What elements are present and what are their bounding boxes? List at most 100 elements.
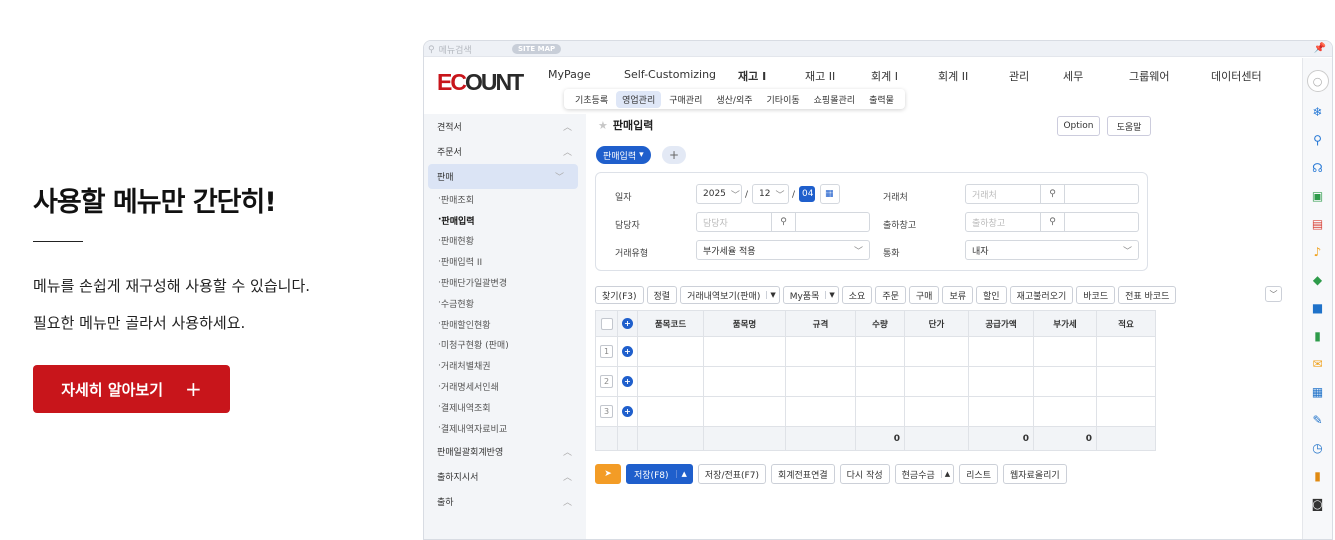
calendar-icon[interactable]: ▤	[1308, 212, 1328, 235]
sidebar-item[interactable]: · 미청구현황 (판매)	[424, 335, 586, 356]
sidebar-item[interactable]: · 거래처별채권	[424, 355, 586, 376]
manager-name-field[interactable]	[796, 212, 870, 232]
cell[interactable]	[1096, 396, 1156, 427]
web-upload-button[interactable]: 웹자료올리기	[1003, 464, 1067, 484]
star-icon[interactable]: ★	[598, 119, 608, 132]
row-add-cell[interactable]: +	[617, 396, 638, 427]
day-input[interactable]: 04	[799, 186, 815, 202]
cell[interactable]	[1033, 366, 1097, 397]
chat-icon[interactable]: ■	[1308, 296, 1328, 319]
require-button[interactable]: 소요	[841, 286, 873, 304]
checkbox[interactable]	[600, 317, 613, 330]
customer-input[interactable]: 거래처	[965, 184, 1041, 204]
hold-button[interactable]: 보류	[942, 286, 974, 304]
sidebar-item[interactable]: · 결제내역조회	[424, 397, 586, 418]
topnav-mypage[interactable]: MyPage	[538, 68, 614, 84]
board-icon[interactable]: ▦	[1308, 380, 1328, 403]
currency-select[interactable]: 내자 ﹀	[965, 240, 1139, 260]
sidebar-item[interactable]: · 거래명세서인쇄	[424, 376, 586, 397]
snowflake-icon[interactable]: ❄	[1308, 100, 1328, 123]
warehouse-input[interactable]: 출하창고	[965, 212, 1041, 232]
subnav-basic[interactable]: 기초등록	[569, 91, 614, 108]
cell[interactable]	[637, 366, 704, 397]
save-button[interactable]: 저장(F8) ▲	[626, 464, 693, 484]
cell[interactable]	[904, 366, 969, 397]
add-icon[interactable]: +	[622, 406, 633, 417]
caret-up-icon[interactable]: ▲	[940, 470, 953, 478]
camera-icon[interactable]: ◙	[1308, 492, 1328, 515]
row-add-cell[interactable]: +	[617, 366, 638, 397]
history-button[interactable]: 거래내역보기(판매) ▼	[680, 286, 780, 304]
sidebar-cat-batch[interactable]: 판매일괄회계반영 ︿	[424, 439, 586, 464]
order-button[interactable]: 주문	[875, 286, 906, 304]
cell[interactable]	[855, 366, 905, 397]
sidebar-cat-shipping-order[interactable]: 출하지시서 ︿	[424, 464, 586, 489]
mail-icon[interactable]: ✉	[1308, 352, 1328, 375]
caret-up-icon[interactable]: ▲	[675, 470, 692, 478]
share-icon[interactable]: ◆	[1308, 268, 1328, 291]
learn-more-button[interactable]: 자세히 알아보기 +	[33, 365, 230, 413]
cell[interactable]	[1096, 366, 1156, 397]
save-slip-button[interactable]: 저장/전표(F7)	[697, 464, 766, 484]
sidebar-item[interactable]: · 판매할인현황	[424, 314, 586, 335]
calendar-icon[interactable]: ▦	[820, 184, 840, 204]
find-button[interactable]: 찾기(F3)	[595, 286, 644, 304]
add-tab-button[interactable]: +	[662, 146, 686, 164]
cell[interactable]	[785, 336, 856, 367]
load-stock-button[interactable]: 재고불러오기	[1009, 286, 1074, 304]
bell-icon[interactable]: ♪	[1308, 240, 1328, 263]
sidebar-cat-shipping[interactable]: 출하 ︿	[424, 489, 586, 514]
chevron-down-icon[interactable]: ﹀	[1265, 286, 1282, 302]
sitemap-button[interactable]: SITE MAP	[512, 44, 562, 54]
subnav-transfer[interactable]: 기타이동	[761, 91, 806, 108]
slip-barcode-button[interactable]: 전표 바코드	[1118, 286, 1177, 304]
subnav-sales[interactable]: 영업관리	[616, 90, 662, 108]
row-add-cell[interactable]: +	[617, 336, 638, 367]
topnav-inventory-1[interactable]: 재고 I	[733, 68, 800, 84]
link-slip-button[interactable]: 회계전표연결	[770, 464, 835, 484]
cell[interactable]	[968, 396, 1034, 427]
cash-collect-button[interactable]: 현금수금 ▲	[894, 464, 955, 484]
pin-icon[interactable]: 📌	[1314, 43, 1326, 54]
clock-icon[interactable]: ◷	[1308, 436, 1328, 459]
cell[interactable]	[1033, 396, 1097, 427]
purchase-button[interactable]: 구매	[908, 286, 940, 304]
cell[interactable]	[637, 336, 704, 367]
search-icon[interactable]: ⚲	[1041, 212, 1065, 232]
edit-icon[interactable]: ✎	[1308, 408, 1328, 431]
sidebar-cat-sales[interactable]: 판매 ﹀	[428, 164, 578, 189]
warehouse-name-field[interactable]	[1065, 212, 1139, 232]
search-icon[interactable]: ⚲	[1041, 184, 1065, 204]
user-icon[interactable]: ○	[1306, 70, 1329, 92]
topnav-tax[interactable]: 세무	[1056, 68, 1115, 84]
subnav-output[interactable]: 출력물	[863, 91, 900, 108]
search-icon[interactable]: ⚲	[772, 212, 796, 232]
month-select[interactable]: 12 ﹀	[752, 184, 789, 204]
sidebar-item[interactable]: · 판매현황	[424, 231, 586, 252]
add-doc-icon[interactable]: ▣	[1308, 184, 1328, 207]
sidebar-item[interactable]: · 판매단가일괄변경	[424, 272, 586, 293]
headset-icon[interactable]: ☊	[1308, 156, 1328, 179]
add-icon[interactable]: +	[622, 318, 633, 329]
sidebar-item[interactable]: · 판매조회	[424, 189, 586, 210]
barcode-button[interactable]: 바코드	[1076, 286, 1116, 304]
sort-button[interactable]: 정렬	[646, 286, 678, 304]
subnav-purchase[interactable]: 구매관리	[663, 91, 708, 108]
sidebar-item-selected[interactable]: · 판매입력	[424, 210, 586, 231]
cell[interactable]	[904, 336, 969, 367]
option-button[interactable]: Option	[1057, 116, 1100, 136]
subnav-production[interactable]: 생산/외주	[710, 91, 758, 108]
search-icon[interactable]: ⚲	[1308, 128, 1328, 151]
caret-down-icon[interactable]: ▼	[825, 291, 837, 299]
cell[interactable]	[968, 366, 1034, 397]
topnav-accounting-2[interactable]: 회계 II	[936, 68, 1004, 84]
discount-button[interactable]: 할인	[976, 286, 1007, 304]
cell[interactable]	[855, 336, 905, 367]
cell[interactable]	[785, 396, 856, 427]
cell[interactable]	[968, 336, 1034, 367]
caret-down-icon[interactable]: ▼	[766, 291, 778, 299]
sidebar-cat-order[interactable]: 주문서 ︿	[424, 139, 586, 164]
cell[interactable]	[703, 396, 786, 427]
topnav-inventory-2[interactable]: 재고 II	[800, 68, 868, 84]
cell[interactable]	[1096, 336, 1156, 367]
